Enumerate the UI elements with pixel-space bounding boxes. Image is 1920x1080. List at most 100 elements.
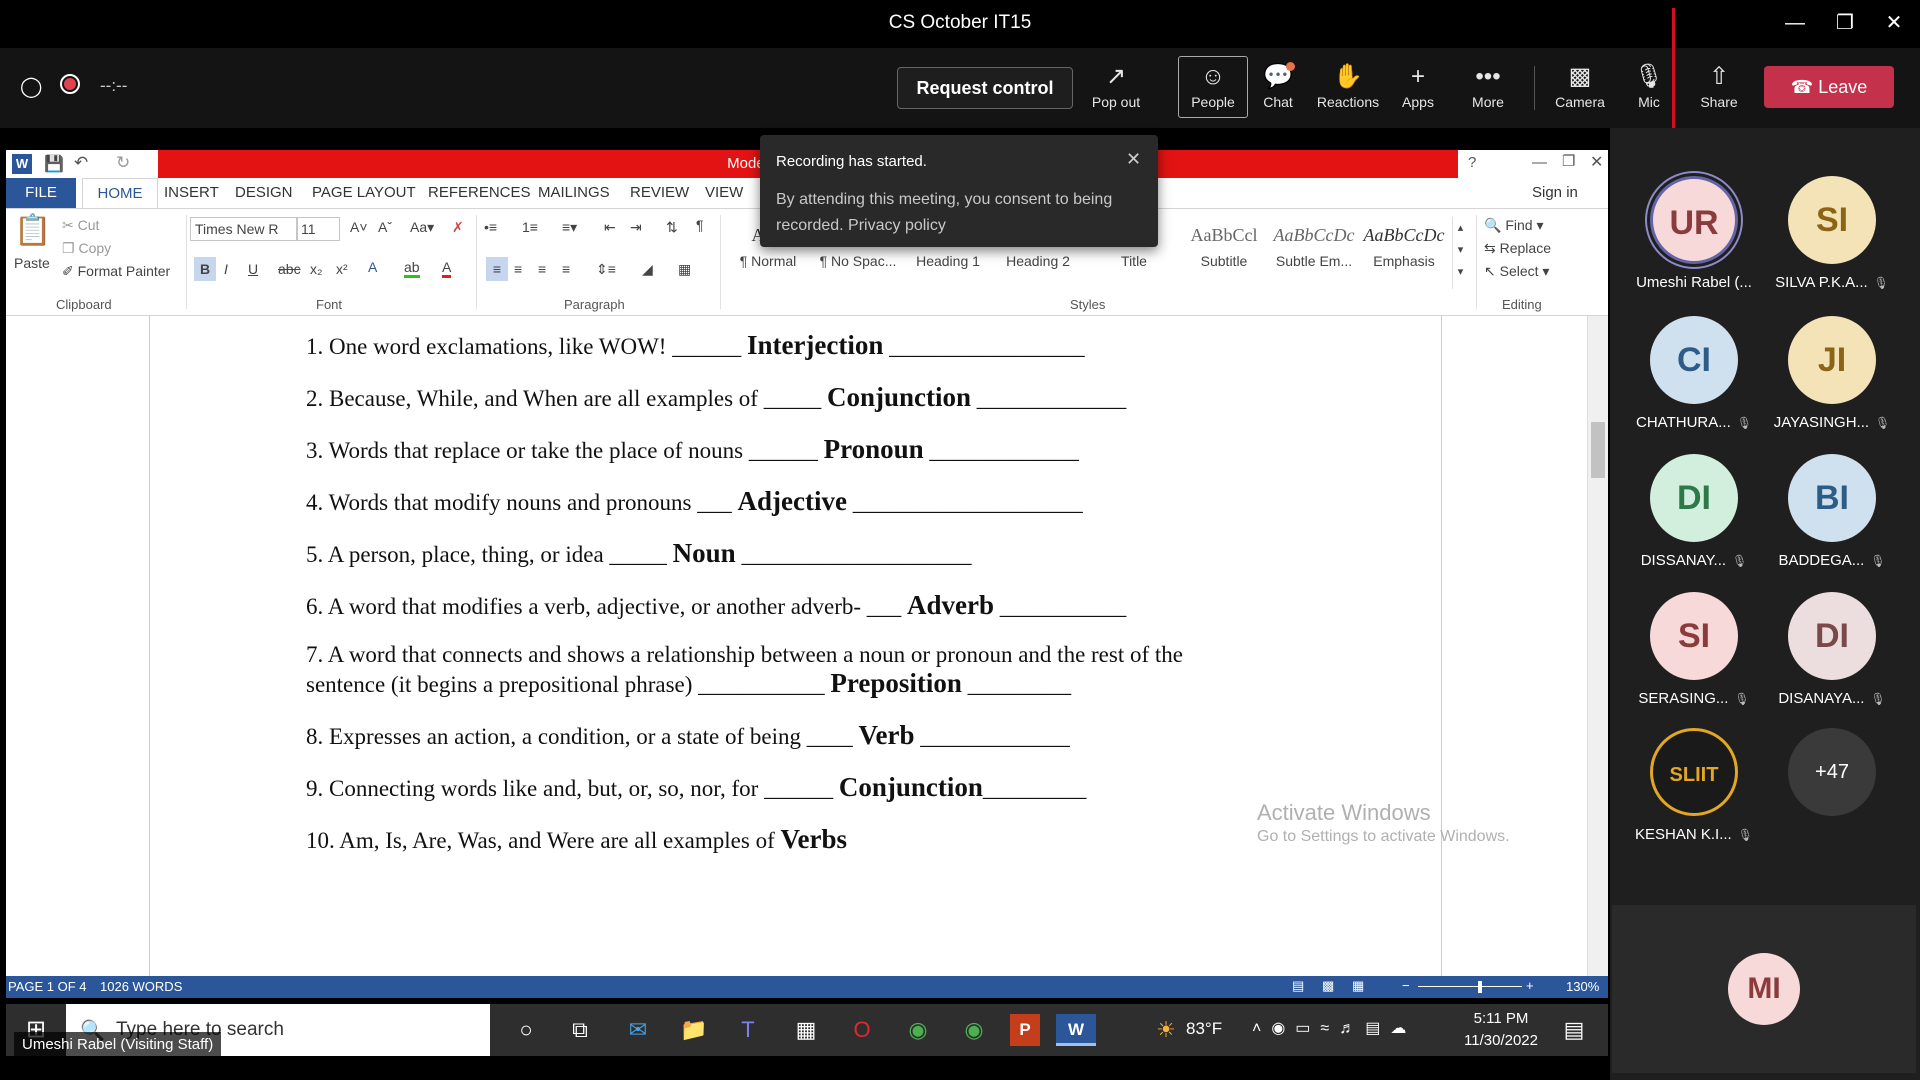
leave-button[interactable]: ☎ Leave <box>1764 66 1894 108</box>
paste-button[interactable]: Paste <box>14 255 50 271</box>
text-effects-icon[interactable]: A <box>368 259 377 275</box>
request-control-button[interactable]: Request control <box>897 67 1073 109</box>
sign-in-link[interactable]: Sign in <box>1532 184 1578 201</box>
tab-page-layout[interactable]: PAGE LAYOUT <box>312 184 416 201</box>
zoom-out-icon[interactable]: − <box>1402 978 1410 993</box>
camera-button[interactable]: ▩ Camera <box>1545 60 1615 110</box>
sort-icon[interactable]: ⇅ <box>666 219 678 236</box>
participant-tile[interactable]: DI DISANAYA... 🎙 <box>1762 592 1902 707</box>
participant-tile[interactable]: SLIIT KESHAN K.I... 🎙 <box>1624 728 1764 843</box>
tab-file[interactable]: FILE <box>6 178 76 208</box>
tab-design[interactable]: DESIGN <box>235 184 293 201</box>
teams-icon[interactable]: T <box>728 1014 768 1046</box>
tab-insert[interactable]: INSERT <box>164 184 219 201</box>
web-layout-icon[interactable]: ▦ <box>1352 978 1364 994</box>
participant-tile[interactable]: SI SERASING... 🎙 <box>1624 592 1764 707</box>
participant-tile[interactable]: JI JAYASINGH... 🎙 <box>1762 316 1902 431</box>
opera-icon[interactable]: O <box>842 1014 882 1046</box>
system-tray-icons[interactable]: ˄◉▭≈♬▤☁ <box>1252 1018 1416 1038</box>
close-icon[interactable]: ✕ <box>1126 149 1141 170</box>
select-button[interactable]: ↖ Select ▾ <box>1484 263 1549 280</box>
zoom-slider-thumb[interactable] <box>1478 981 1482 993</box>
close-icon[interactable]: ✕ <box>1590 152 1603 172</box>
shrink-font-icon[interactable]: Aˇ <box>378 219 392 235</box>
borders-icon[interactable]: ▦ <box>678 261 691 278</box>
align-center-icon[interactable]: ≡ <box>514 261 522 277</box>
chrome-icon[interactable]: ◉ <box>898 1014 938 1046</box>
underline-button[interactable]: U <box>248 261 258 277</box>
tab-review[interactable]: REVIEW <box>630 184 689 201</box>
page-count[interactable]: PAGE 1 OF 4 <box>8 979 87 994</box>
mail-icon[interactable]: ✉ <box>618 1014 658 1046</box>
cortana-icon[interactable]: ○ <box>506 1014 546 1046</box>
zoom-slider[interactable] <box>1418 986 1522 987</box>
clock-date[interactable]: 11/30/2022 <box>1458 1032 1544 1049</box>
document-area[interactable]: 1. One word exclamations, like WOW! ____… <box>6 316 1608 976</box>
participant-tile[interactable]: UR Umeshi Rabel (... <box>1624 176 1764 291</box>
clock-time[interactable]: 5:11 PM <box>1464 1010 1538 1027</box>
more-button[interactable]: ••• More <box>1453 60 1523 110</box>
participant-tile[interactable]: CI CHATHURA... 🎙 <box>1624 316 1764 431</box>
tab-references[interactable]: REFERENCES <box>428 184 531 201</box>
style-subtle-emphasis[interactable]: AaBbCcDc Subtle Em... <box>1270 217 1358 289</box>
participant-tile[interactable]: SI SILVA P.K.A... 🎙 <box>1762 176 1902 291</box>
zoom-level[interactable]: 130% <box>1566 979 1599 994</box>
bullets-icon[interactable]: •≡ <box>484 219 497 235</box>
powerpoint-icon[interactable]: P <box>1010 1014 1040 1046</box>
font-color-icon[interactable]: A <box>442 259 452 278</box>
justify-icon[interactable]: ≡ <box>562 261 570 277</box>
participant-tile[interactable]: BI BADDEGA... 🎙 <box>1762 454 1902 569</box>
replace-button[interactable]: ⇆ Replace <box>1484 240 1551 257</box>
strikethrough-button[interactable]: abc <box>278 261 301 277</box>
align-left-icon[interactable]: ≡ <box>486 257 508 281</box>
save-icon[interactable]: 💾 <box>44 154 64 174</box>
scroll-thumb[interactable] <box>1591 422 1605 478</box>
word-count[interactable]: 1026 WORDS <box>100 979 182 994</box>
styles-scroll[interactable]: ▴ ▾ ▾ <box>1452 217 1468 289</box>
shading-icon[interactable]: ◢ <box>642 261 653 278</box>
line-spacing-icon[interactable]: ⇕≡ <box>596 261 616 278</box>
style-emphasis[interactable]: AaBbCcDc Emphasis <box>1360 217 1448 289</box>
participant-tile[interactable]: DI DISSANAY... 🎙 <box>1624 454 1764 569</box>
clear-format-icon[interactable]: ✗ <box>452 219 464 236</box>
word-taskbar-icon[interactable]: W <box>1056 1014 1096 1046</box>
grow-font-icon[interactable]: A˅ <box>350 219 368 235</box>
font-size-select[interactable]: 11 <box>296 217 340 241</box>
format-painter-button[interactable]: ✐ Format Painter <box>62 263 170 280</box>
multilevel-list-icon[interactable]: ≡▾ <box>562 219 577 236</box>
chat-button[interactable]: 💬 Chat <box>1243 60 1313 110</box>
zoom-in-icon[interactable]: + <box>1526 978 1534 993</box>
more-participants-button[interactable]: +47 <box>1762 728 1902 816</box>
cut-button[interactable]: ✂ Cut <box>62 217 99 234</box>
font-name-select[interactable]: Times New R <box>190 217 298 241</box>
restore-icon[interactable]: ❐ <box>1825 10 1865 38</box>
share-button[interactable]: ⇧ Share <box>1684 60 1754 110</box>
undo-icon[interactable]: ↶ <box>74 153 88 173</box>
file-explorer-icon[interactable]: 📁 <box>674 1014 714 1046</box>
subscript-button[interactable]: x₂ <box>310 261 322 277</box>
task-view-icon[interactable]: ⧉ <box>560 1014 600 1046</box>
increase-indent-icon[interactable]: ⇥ <box>630 219 642 236</box>
self-view-tile[interactable]: MI <box>1612 905 1916 1073</box>
people-button[interactable]: ☺ People <box>1178 56 1248 118</box>
change-case-icon[interactable]: Aa▾ <box>410 219 434 236</box>
redo-icon[interactable]: ↻ <box>116 153 130 173</box>
style-subtitle[interactable]: AaBbCcl Subtitle <box>1180 217 1268 289</box>
paste-icon[interactable]: 📋 <box>14 213 51 248</box>
pilcrow-icon[interactable]: ¶ <box>696 217 704 233</box>
tab-view[interactable]: VIEW <box>705 184 743 201</box>
minimize-icon[interactable]: — <box>1775 10 1815 38</box>
vertical-scrollbar[interactable] <box>1587 316 1608 976</box>
find-button[interactable]: 🔍 Find ▾ <box>1484 217 1543 234</box>
print-layout-icon[interactable]: ▩ <box>1322 978 1334 994</box>
apps-button[interactable]: + Apps <box>1383 60 1453 110</box>
superscript-button[interactable]: x² <box>336 261 348 277</box>
numbering-icon[interactable]: 1≡ <box>522 219 538 235</box>
italic-button[interactable]: I <box>224 261 228 277</box>
bold-button[interactable]: B <box>194 257 216 281</box>
pop-out-button[interactable]: ↗ Pop out <box>1081 60 1151 110</box>
decrease-indent-icon[interactable]: ⇤ <box>604 219 616 236</box>
close-icon[interactable]: ✕ <box>1874 10 1914 38</box>
reactions-button[interactable]: ✋ Reactions <box>1313 60 1383 110</box>
highlight-icon[interactable]: ab <box>404 259 420 278</box>
